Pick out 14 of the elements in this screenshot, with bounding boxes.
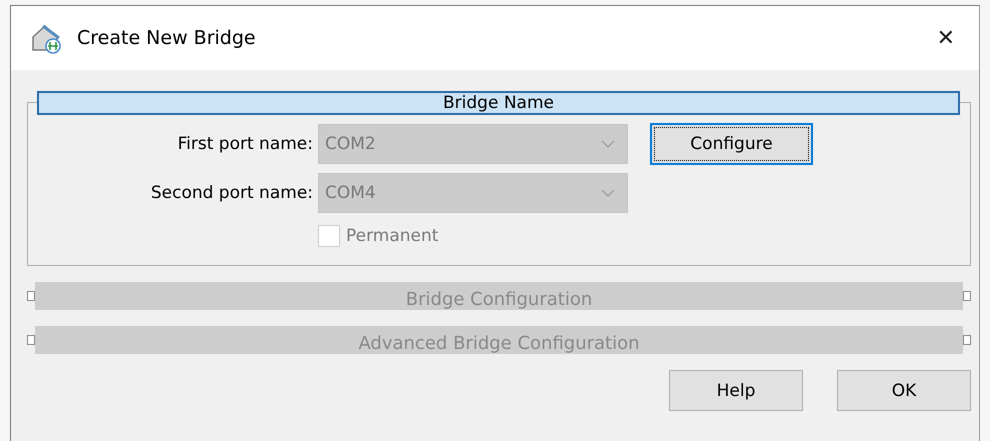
chevron-icon	[601, 140, 615, 148]
expander-handle[interactable]	[963, 291, 971, 301]
ok-button[interactable]: OK	[837, 370, 971, 411]
expander-handle[interactable]	[963, 335, 971, 345]
field-label: Second port name:	[150, 183, 314, 203]
field-label: First port name:	[176, 134, 314, 154]
expander-handle[interactable]	[27, 335, 35, 345]
chevron-icon	[601, 189, 615, 197]
close-button[interactable]: ✕	[930, 26, 961, 50]
window-title: Create New Bridge	[77, 27, 257, 49]
help-button[interactable]: Help	[669, 370, 803, 411]
section-header[interactable]: Bridge Name	[37, 91, 960, 115]
expander-handle[interactable]	[27, 291, 35, 301]
checkbox-label: Permanent	[346, 226, 438, 246]
